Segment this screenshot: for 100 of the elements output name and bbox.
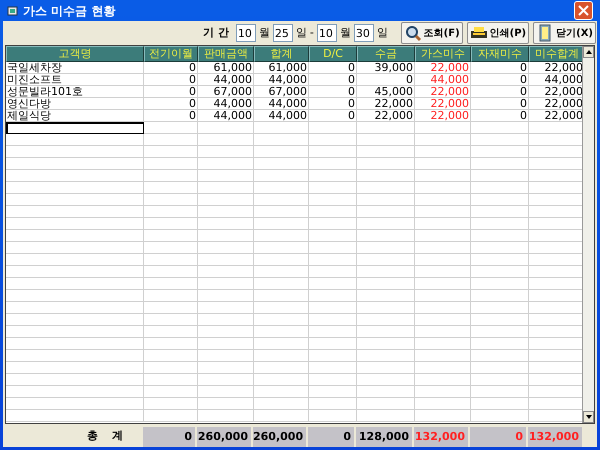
- table-cell: 0: [309, 86, 357, 98]
- empty-cell: [254, 350, 309, 362]
- empty-cell: [309, 374, 357, 386]
- empty-cell: [198, 290, 254, 302]
- table-cell: 61,000: [198, 62, 254, 74]
- table-cell: 영신다방: [6, 98, 144, 110]
- empty-cell: [144, 410, 198, 422]
- empty-cell: [254, 398, 309, 410]
- empty-cell: [357, 398, 415, 410]
- empty-cell: [357, 206, 415, 218]
- total-cell: 260,000: [197, 426, 253, 446]
- label: 기 간: [203, 24, 229, 41]
- scrollbar[interactable]: [582, 46, 594, 423]
- window-title: 가스 미수금 현황: [23, 4, 116, 16]
- empty-cell: [254, 314, 309, 326]
- search-button[interactable]: 조회(F): [400, 22, 463, 44]
- empty-cell: [471, 122, 529, 134]
- input-field[interactable]: 25: [272, 24, 293, 42]
- empty-cell: [198, 410, 254, 422]
- table-cell: 0: [144, 62, 198, 74]
- empty-cell: [198, 302, 254, 314]
- input-field[interactable]: 10: [236, 24, 256, 42]
- totals-label: 총 계: [87, 428, 123, 444]
- table-cell: 67,000: [254, 86, 309, 98]
- input-field[interactable]: 10: [316, 24, 337, 42]
- scroll-up-button[interactable]: [583, 46, 594, 58]
- close-button[interactable]: 닫기(X): [533, 22, 596, 44]
- empty-cell: [309, 230, 357, 242]
- empty-cell: [415, 182, 471, 194]
- empty-cell: [198, 242, 254, 254]
- empty-cell: [471, 314, 529, 326]
- table-cell: 22,000: [415, 98, 471, 110]
- empty-cell: [357, 242, 415, 254]
- table-cell: 22,000: [357, 110, 415, 122]
- empty-cell: [415, 206, 471, 218]
- empty-cell: [357, 302, 415, 314]
- empty-cell: [471, 218, 529, 230]
- total-cell: 0: [308, 426, 356, 446]
- empty-cell: [357, 290, 415, 302]
- empty-cell: [357, 230, 415, 242]
- table-cell: 39,000: [357, 62, 415, 74]
- empty-cell: [144, 146, 198, 158]
- empty-cell: [144, 206, 198, 218]
- empty-cell: [198, 314, 254, 326]
- empty-cell: [471, 362, 529, 374]
- empty-cell: [357, 122, 415, 134]
- empty-cell: [415, 350, 471, 362]
- table-cell: 0: [144, 86, 198, 98]
- empty-cell: [254, 206, 309, 218]
- column-header: 수금: [357, 46, 415, 62]
- input-field[interactable]: 30: [354, 24, 374, 42]
- print-button[interactable]: 인쇄(P): [466, 22, 530, 44]
- empty-cell: [198, 146, 254, 158]
- empty-cell: [254, 146, 309, 158]
- empty-cell: [254, 326, 309, 338]
- empty-cell: [198, 134, 254, 146]
- table-cell: 0: [471, 62, 529, 74]
- focused-cell[interactable]: [6, 122, 144, 134]
- empty-cell: [357, 254, 415, 266]
- empty-cell: [144, 242, 198, 254]
- empty-cell: [309, 194, 357, 206]
- empty-cell: [309, 350, 357, 362]
- empty-cell: [415, 146, 471, 158]
- empty-cell: [309, 134, 357, 146]
- table-cell: 22,000: [415, 86, 471, 98]
- table-cell: 0: [471, 74, 529, 86]
- empty-cell: [144, 374, 198, 386]
- empty-cell: [144, 278, 198, 290]
- empty-cell: [254, 362, 309, 374]
- empty-cell: [357, 386, 415, 398]
- table-cell: 22,000: [415, 62, 471, 74]
- column-header: 합계: [254, 46, 309, 62]
- empty-cell: [198, 218, 254, 230]
- empty-cell: [144, 302, 198, 314]
- close-button[interactable]: [574, 1, 593, 20]
- empty-cell: [144, 194, 198, 206]
- empty-cell: [471, 290, 529, 302]
- column-header: 판매금액: [198, 46, 254, 62]
- column-header: 가스미수: [415, 46, 471, 62]
- empty-cell: [254, 254, 309, 266]
- empty-cell: [309, 278, 357, 290]
- table-cell: 44,000: [198, 110, 254, 122]
- table-cell: 0: [144, 110, 198, 122]
- empty-cell: [415, 194, 471, 206]
- empty-cell: [415, 338, 471, 350]
- table-cell: 0: [309, 110, 357, 122]
- empty-cell: [198, 206, 254, 218]
- table-cell: 0: [471, 110, 529, 122]
- scroll-down-button[interactable]: [583, 411, 594, 423]
- empty-cell: [198, 326, 254, 338]
- empty-cell: [471, 398, 529, 410]
- empty-cell: [471, 230, 529, 242]
- empty-cell: [309, 242, 357, 254]
- empty-cell: [144, 230, 198, 242]
- empty-cell: [357, 374, 415, 386]
- empty-cell: [144, 398, 198, 410]
- column-header: D/C: [309, 46, 357, 62]
- column-header: 전기이월: [144, 46, 198, 62]
- empty-cell: [254, 410, 309, 422]
- table-cell: 제일식당: [6, 110, 144, 122]
